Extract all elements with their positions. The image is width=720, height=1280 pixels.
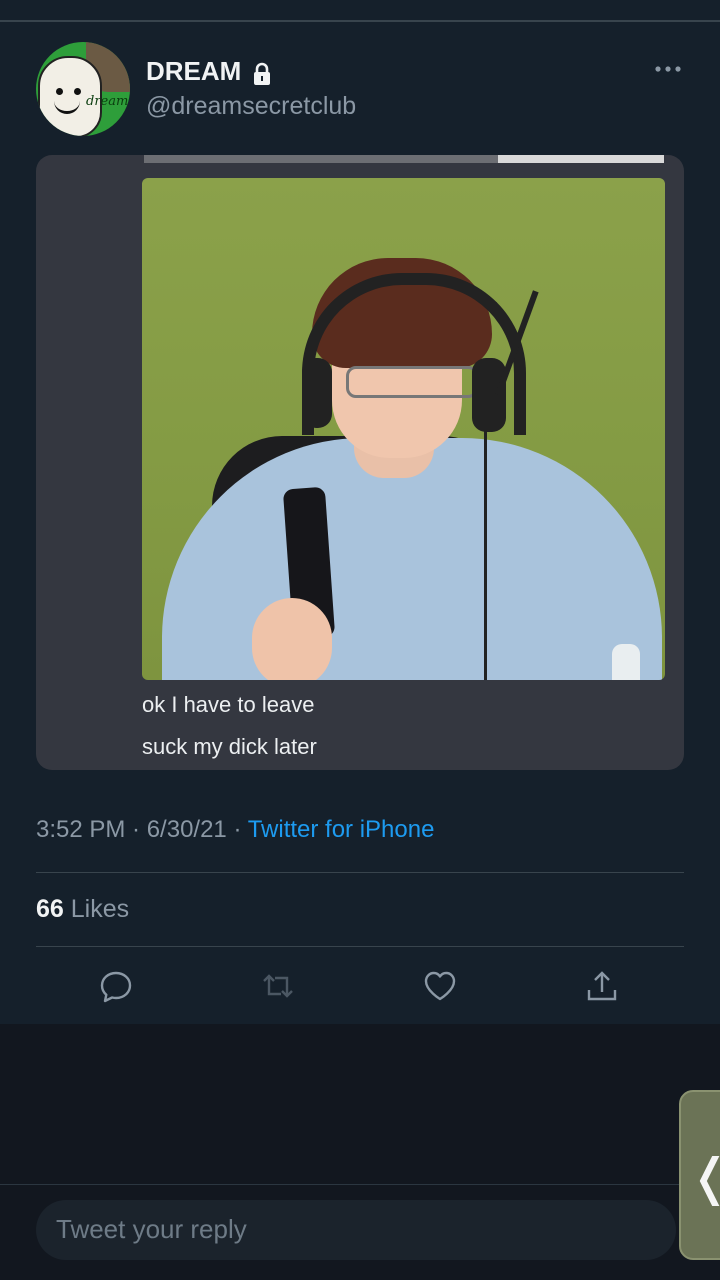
media-top-strip-light — [498, 155, 664, 163]
share-icon[interactable] — [584, 968, 620, 1004]
more-horizontal-icon[interactable] — [654, 64, 682, 74]
tweet-meta: 3:52 PM · 6/30/21 · Twitter for iPhone — [36, 816, 434, 844]
like-icon[interactable] — [422, 968, 458, 1004]
webcam-photo — [142, 178, 665, 680]
reply-divider — [0, 1184, 720, 1185]
chevron-left-icon: ❬ — [689, 1148, 720, 1206]
tweet-header: dream DREAM @dreamsecretclub — [36, 42, 686, 138]
display-name[interactable]: DREAM — [146, 56, 241, 87]
avatar-eye — [74, 88, 81, 95]
retweet-icon[interactable] — [260, 968, 296, 1004]
avatar[interactable]: dream — [36, 42, 130, 136]
reply-input[interactable]: Tweet your reply — [36, 1200, 676, 1260]
timestamp: 3:52 PM · 6/30/21 · — [36, 816, 248, 843]
source-link[interactable]: Twitter for iPhone — [248, 816, 435, 843]
photo-hand — [252, 598, 332, 680]
avatar-text: dream — [86, 94, 129, 109]
photo-bottle — [612, 644, 640, 680]
divider — [36, 946, 684, 947]
likes-count[interactable]: 66 Likes — [36, 895, 129, 924]
avatar-mouth — [54, 98, 80, 114]
reply-placeholder: Tweet your reply — [56, 1214, 247, 1244]
side-panel-handle[interactable]: ❬ — [679, 1090, 720, 1260]
likes-number: 66 — [36, 895, 64, 923]
handle[interactable]: @dreamsecretclub — [146, 92, 356, 121]
divider — [36, 872, 684, 873]
likes-label: Likes — [63, 895, 130, 923]
top-divider — [0, 20, 720, 22]
tweet-actions — [36, 968, 684, 1008]
photo-earcup-left — [302, 358, 332, 428]
media-caption-line: ok I have to leave — [142, 692, 315, 717]
tweet-media[interactable]: ok I have to leave suck my dick later — [36, 155, 684, 770]
reply-icon[interactable] — [98, 968, 134, 1004]
lock-icon — [254, 62, 270, 85]
media-caption-line: suck my dick later — [142, 734, 317, 759]
photo-cable — [484, 428, 487, 680]
avatar-eye — [56, 88, 63, 95]
